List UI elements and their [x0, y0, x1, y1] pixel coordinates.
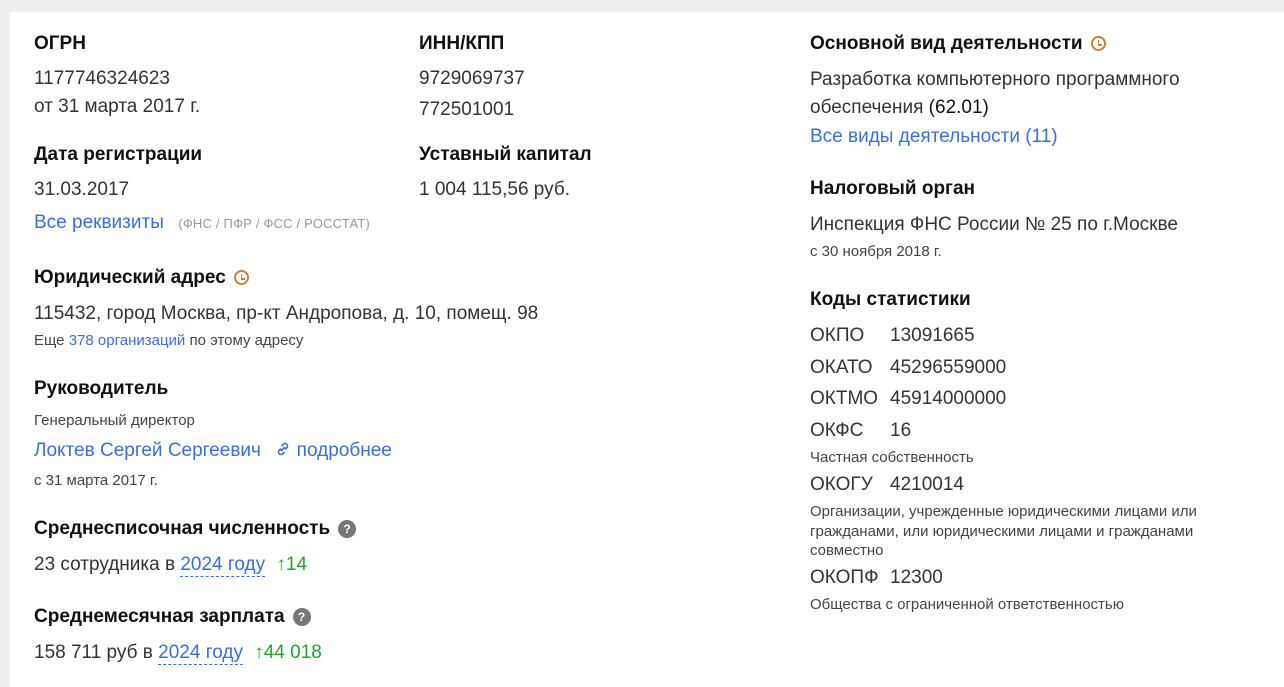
- help-question-icon[interactable]: ?: [338, 520, 357, 538]
- okpo-value: 13091665: [890, 325, 975, 346]
- tax-name: Инспекция ФНС России № 25 по г.Москве: [810, 214, 1178, 235]
- employees-row: 23 сотрудника в 2024 году ↑14: [34, 554, 307, 577]
- okato-code: ОКАТО: [810, 357, 873, 378]
- address-more: Еще 378 организаций по этому адресу: [34, 332, 303, 349]
- employees-year-link[interactable]: 2024 году: [180, 554, 266, 577]
- link-icon: [278, 442, 289, 456]
- okogu-row: ОКОГУ 4210014: [810, 474, 964, 496]
- salary-value: 158 711 руб в: [34, 642, 153, 663]
- kpp-value: 772501001: [419, 99, 515, 120]
- head-name-link[interactable]: Локтев Сергей Сергеевич: [34, 440, 261, 461]
- okfs-row: ОКФС 16: [810, 420, 911, 442]
- inn-value: 9729069737: [419, 68, 525, 89]
- employees-value: 23 сотрудника в: [34, 554, 176, 575]
- capital-label: Уставный капитал: [419, 144, 592, 165]
- activity-title: Основной вид деятельности: [810, 33, 1083, 54]
- stats-label: Коды статистики: [810, 289, 971, 310]
- employees-delta: ↑14: [276, 554, 307, 575]
- activity-line1: Разработка компьютерного программного: [810, 69, 1180, 90]
- tax-label: Налоговый орган: [810, 178, 976, 199]
- salary-label: Среднемесячная зарплата?: [34, 606, 311, 628]
- salary-delta-value: 44 018: [263, 642, 322, 663]
- okato-row: ОКАТО 45296559000: [810, 357, 1006, 379]
- address-organizations-link[interactable]: 378 организаций: [69, 332, 186, 349]
- all-requisites-link[interactable]: Все реквизиты: [34, 212, 164, 233]
- history-clock-icon[interactable]: [1090, 36, 1106, 51]
- okogu-value: 4210014: [890, 474, 964, 495]
- salary-year-link[interactable]: 2024 году: [158, 642, 243, 665]
- help-question-icon[interactable]: ?: [292, 608, 311, 626]
- okopf-value: 12300: [890, 567, 943, 588]
- ogrn-label: ОГРН: [34, 33, 86, 54]
- capital-value: 1 004 115,56 руб.: [419, 179, 571, 200]
- address-label: Юридический адрес: [34, 267, 249, 289]
- address-more-suffix: по этому адресу: [189, 332, 304, 349]
- okogu-desc-3: совместно: [810, 542, 884, 559]
- okogu-code: ОКОГУ: [810, 474, 873, 495]
- registration-label: Дата регистрации: [34, 144, 203, 165]
- address-title: Юридический адрес: [34, 267, 226, 288]
- salary-row: 158 711 руб в 2024 году ↑44 018: [34, 642, 322, 665]
- employees-delta-value: 14: [285, 554, 308, 575]
- salary-delta: ↑44 018: [254, 642, 322, 663]
- okopf-code: ОКОПФ: [810, 567, 879, 588]
- okfs-desc: Частная собственность: [810, 449, 974, 466]
- okopf-row: ОКОПФ 12300: [810, 567, 943, 589]
- activity-line2: обеспечения (62.01): [810, 97, 989, 119]
- oktmo-code: ОКТМО: [810, 388, 879, 409]
- oktmo-value: 45914000000: [890, 388, 1007, 409]
- employees-label: Среднесписочная численность?: [34, 518, 357, 540]
- oktmo-row: ОКТМО 45914000000: [810, 388, 1006, 410]
- company-details-card: ОГРН 1177746324623 от 31 марта 2017 г. Д…: [10, 12, 1284, 687]
- inn-label: ИНН/КПП: [419, 33, 505, 54]
- registration-date: 31.03.2017: [34, 179, 130, 200]
- head-label: Руководитель: [34, 378, 169, 399]
- head-row: Локтев Сергей Сергеевич подробнее: [34, 440, 392, 462]
- up-arrow-icon: ↑: [276, 554, 286, 575]
- okpo-row: ОКПО 13091665: [810, 325, 975, 347]
- up-arrow-icon: ↑: [254, 642, 264, 663]
- salary-title: Среднемесячная зарплата: [34, 606, 285, 627]
- head-details-link[interactable]: подробнее: [275, 440, 392, 461]
- requisites-note: (ФНС / ПФР / ФСС / РОССТАТ): [178, 216, 371, 231]
- okogu-desc-1: Организации, учрежденные юридическими ли…: [810, 503, 1197, 520]
- head-since: с 31 марта 2017 г.: [34, 472, 158, 489]
- activity-code: (62.01): [928, 97, 989, 118]
- ogrn-value: 1177746324623: [34, 68, 170, 89]
- all-activities-link[interactable]: Все виды деятельности (11): [810, 126, 1058, 148]
- okfs-code: ОКФС: [810, 420, 864, 441]
- okpo-code: ОКПО: [810, 325, 865, 346]
- tax-since: с 30 ноября 2018 г.: [810, 243, 942, 260]
- head-details-label: подробнее: [296, 440, 392, 461]
- activity-line2-text: обеспечения: [810, 97, 924, 118]
- okfs-value: 16: [890, 420, 912, 441]
- address-value: 115432, город Москва, пр-кт Андропова, д…: [34, 303, 539, 324]
- address-more-prefix: Еще: [34, 332, 65, 349]
- history-clock-icon[interactable]: [233, 270, 249, 285]
- head-position: Генеральный директор: [34, 412, 195, 429]
- okogu-desc-2: гражданами, или юридическими лицами и гр…: [810, 523, 1194, 540]
- activity-label: Основной вид деятельности: [810, 33, 1106, 55]
- requisites-row: Все реквизиты (ФНС / ПФР / ФСС / РОССТАТ…: [34, 212, 370, 234]
- employees-title: Среднесписочная численность: [34, 518, 331, 539]
- ogrn-date: от 31 марта 2017 г.: [34, 96, 201, 117]
- okopf-desc: Общества с ограниченной ответственностью: [810, 596, 1124, 613]
- okato-value: 45296559000: [890, 357, 1007, 378]
